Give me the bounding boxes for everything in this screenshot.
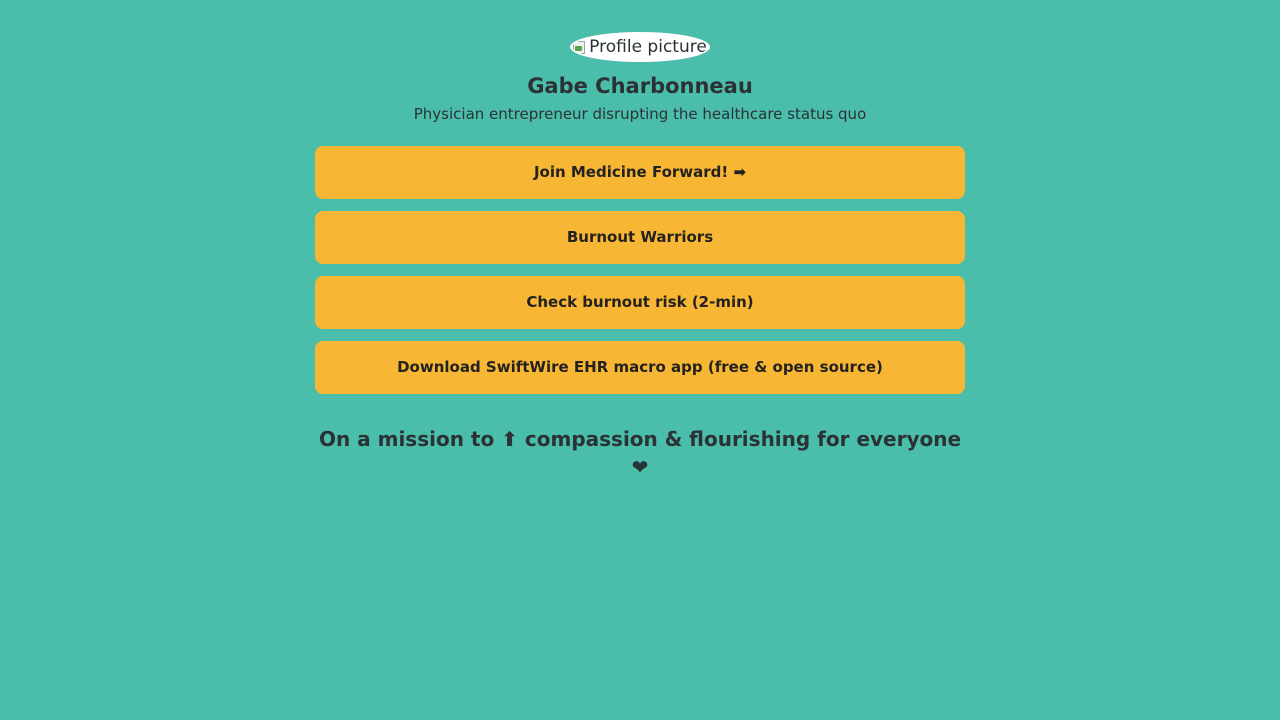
burnout-warriors-button[interactable]: Burnout Warriors: [315, 211, 965, 264]
profile-name: Gabe Charbonneau: [527, 74, 753, 98]
check-burnout-risk-button[interactable]: Check burnout risk (2-min): [315, 276, 965, 329]
join-medicine-forward-button[interactable]: Join Medicine Forward! ➡: [315, 146, 965, 199]
profile-bio: Physician entrepreneur disrupting the he…: [413, 105, 867, 123]
download-swiftwire-button[interactable]: Download SwiftWire EHR macro app (free &…: [315, 341, 965, 394]
profile-page: Profile picture Gabe Charbonneau Physici…: [315, 0, 965, 481]
mission-statement: On a mission to ⬆ compassion & flourishi…: [318, 427, 962, 479]
link-list: Join Medicine Forward! ➡ Burnout Warrior…: [315, 146, 965, 394]
broken-image-icon: [573, 40, 586, 54]
avatar-alt-text: Profile picture: [589, 37, 707, 57]
avatar: Profile picture: [570, 32, 710, 62]
